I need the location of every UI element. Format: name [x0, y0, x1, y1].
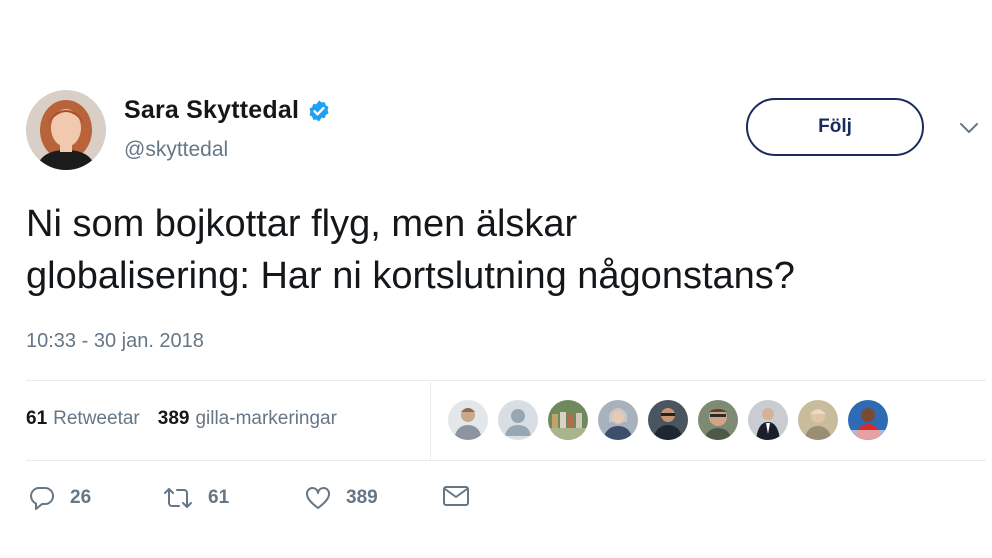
user-name-row: Sara Skyttedal	[124, 96, 331, 125]
verified-badge-icon	[307, 99, 331, 123]
liker-avatar[interactable]	[698, 400, 738, 440]
likes-stat-count: 389	[157, 408, 190, 429]
retweet-icon	[164, 488, 192, 508]
liker-avatar[interactable]	[798, 400, 838, 440]
reply-icon	[30, 487, 54, 510]
liker-avatar[interactable]	[848, 400, 888, 440]
tweet-stats: 61 Retweetar 389 gilla-markeringar	[26, 408, 337, 430]
tweet-text: Ni som bojkottar flyg, men älskar global…	[26, 203, 795, 297]
liker-avatar[interactable]	[648, 400, 688, 440]
like-count: 389	[346, 487, 378, 508]
stats-separator	[430, 382, 431, 460]
likes-stat-label: gilla-markeringar	[195, 408, 337, 429]
tweet-card: Sara Skyttedal @skyttedal Följ Ni som bo…	[0, 0, 992, 558]
liker-avatar[interactable]	[748, 400, 788, 440]
liker-avatar[interactable]	[548, 400, 588, 440]
retweet-button[interactable]: 61	[162, 484, 229, 512]
chevron-down-icon[interactable]	[958, 120, 980, 136]
reply-count: 26	[70, 487, 92, 508]
liker-avatar[interactable]	[448, 400, 488, 440]
retweet-count: 61	[208, 487, 230, 508]
like-button[interactable]: 389	[304, 484, 378, 512]
follow-button[interactable]: Följ	[746, 98, 924, 156]
retweet-stat-count: 61	[26, 408, 48, 429]
user-avatar[interactable]	[26, 90, 106, 170]
reply-button[interactable]: 26	[28, 484, 91, 512]
likes-stat[interactable]: 389 gilla-markeringar	[158, 408, 337, 430]
envelope-icon	[443, 486, 469, 506]
divider-bottom	[26, 460, 986, 461]
heart-icon	[306, 487, 330, 509]
retweet-stat-label: Retweetar	[53, 408, 140, 429]
liker-avatar[interactable]	[598, 400, 638, 440]
user-handle[interactable]: @skyttedal	[124, 138, 228, 162]
direct-message-button[interactable]	[442, 484, 470, 508]
tweet-timestamp[interactable]: 10:33 - 30 jan. 2018	[26, 330, 204, 353]
liker-avatar[interactable]	[498, 400, 538, 440]
divider-top	[26, 380, 986, 381]
likers-avatars	[448, 400, 898, 440]
user-name[interactable]: Sara Skyttedal	[124, 96, 299, 125]
retweet-stat[interactable]: 61 Retweetar	[26, 408, 140, 430]
